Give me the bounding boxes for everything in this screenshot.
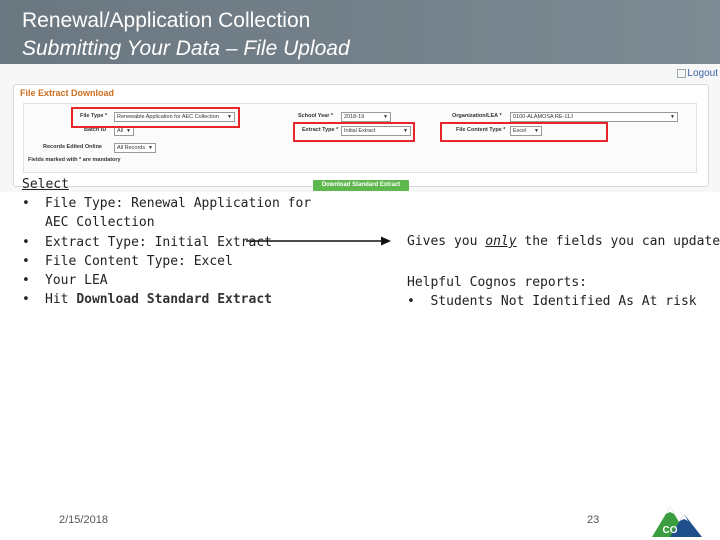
- list-item-text: Hit: [45, 292, 77, 308]
- list-item-text: File Type: Renewal Application for AEC C…: [45, 196, 312, 231]
- list-item: • File Content Type: Excel: [22, 252, 342, 271]
- extract-type-highlight: [293, 122, 415, 142]
- school-year-select[interactable]: 2018-19 ▼: [341, 112, 391, 122]
- chevron-down-icon: ▼: [126, 128, 131, 134]
- list-item: • File Type: Renewal Application for AEC …: [22, 194, 342, 233]
- fields-note-text: Gives you: [407, 234, 486, 249]
- records-edited-label: Records Edited Online: [43, 144, 102, 150]
- slide-date: 2/15/2018: [59, 514, 108, 526]
- list-item: • Your LEA: [22, 271, 342, 290]
- list-item: • Hit Download Standard Extract: [22, 290, 342, 309]
- cognos-heading: Helpful Cognos reports:: [407, 275, 588, 290]
- fields-note: Gives you only the fields you can update: [407, 234, 720, 249]
- cognos-reports: Helpful Cognos reports: • Students Not I…: [407, 273, 697, 311]
- bullet: •: [22, 196, 30, 211]
- chevron-down-icon: ▼: [383, 114, 388, 120]
- file-content-type-highlight: [440, 122, 608, 142]
- organization-lea-label: Organization/LEA *: [452, 113, 502, 119]
- records-edited-select[interactable]: All Records ▼: [114, 143, 156, 153]
- bullet: •: [407, 294, 415, 309]
- arrow-right-icon: [246, 236, 391, 246]
- slide-header: Renewal/Application Collection Submittin…: [0, 0, 720, 64]
- panel-title: File Extract Download: [20, 88, 115, 98]
- slide-subtitle: Submitting Your Data – File Upload: [22, 37, 350, 60]
- chevron-down-icon: ▼: [148, 145, 153, 151]
- cde-logo-icon: CO: [652, 507, 702, 537]
- file-type-highlight: [71, 107, 240, 128]
- select-heading: Select: [22, 177, 69, 192]
- fields-note-text: the fields you can update: [516, 234, 720, 249]
- download-reference: Download Standard Extract: [76, 292, 272, 308]
- slide-title: Renewal/Application Collection: [22, 9, 311, 32]
- mandatory-note: Fields marked with * are mandatory: [28, 157, 121, 163]
- list-item-text: Extract Type: Initial Extract: [45, 234, 272, 250]
- cognos-item-text: Students Not Identified As At risk: [430, 294, 697, 309]
- select-list: • File Type: Renewal Application for AEC …: [22, 194, 342, 310]
- bullet: •: [22, 273, 30, 289]
- bullet: •: [22, 234, 30, 250]
- page-number: 23: [587, 514, 600, 526]
- broken-image-icon: [677, 68, 687, 78]
- bullet: •: [22, 253, 30, 269]
- logout-link[interactable]: Logout: [677, 68, 718, 79]
- list-item-text: File Content Type: Excel: [45, 253, 233, 269]
- cognos-item: • Students Not Identified As At risk: [407, 292, 697, 311]
- only-emphasis: only: [485, 234, 517, 249]
- chevron-down-icon: ▼: [670, 114, 675, 120]
- logo-text: CO: [663, 525, 678, 536]
- organization-lea-select[interactable]: 0100-ALAMOSA RE-11J ▼: [510, 112, 678, 122]
- school-year-label: School Year *: [298, 113, 334, 119]
- list-item-text: Your LEA: [45, 273, 108, 289]
- bullet: •: [22, 292, 30, 308]
- logout-label: Logout: [687, 68, 718, 79]
